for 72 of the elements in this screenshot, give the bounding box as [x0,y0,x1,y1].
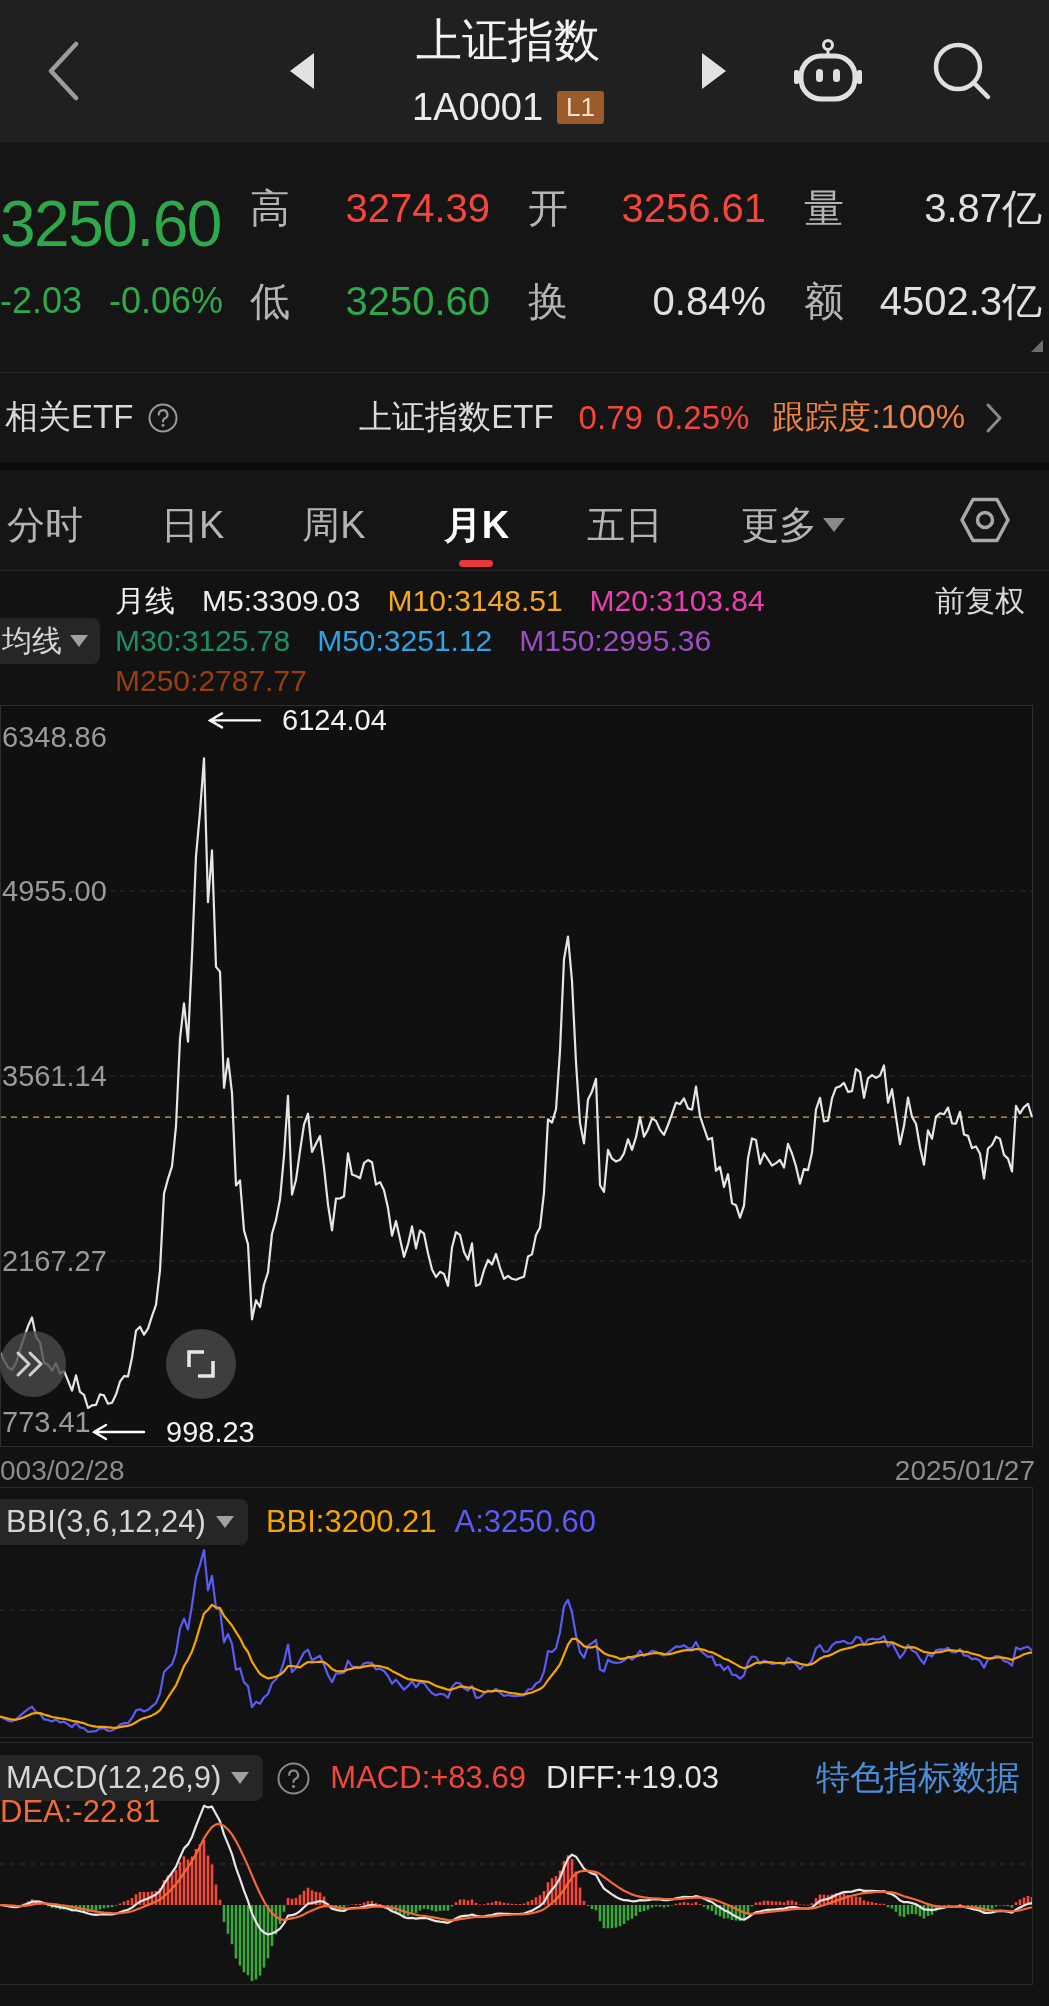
ma-legend-item: M10:3148.51 [387,583,563,619]
etf-name[interactable]: 上证指数ETF [359,395,554,440]
indicator-reading: DIFF:+19.03 [545,1762,720,1794]
stock-code: 1A0001 [412,87,544,127]
change-percent: -0.06% [109,280,224,322]
period-tab[interactable]: 日K [161,470,225,570]
ma-legend-item: M150:2995.36 [519,623,712,659]
caret-icon [70,635,88,647]
ma-legend-item: M30:3125.78 [115,623,291,659]
help-icon[interactable] [277,1761,311,1795]
stat-value: 3250.60 [345,278,490,324]
period-label: 月线 [115,583,175,619]
triangle-left-icon[interactable] [290,53,314,89]
ma-legend-item: M50:3251.12 [317,623,493,659]
stat-value: 3256.61 [621,185,766,231]
etf-section-label: 相关ETF [5,397,134,437]
stat-label: 开 [528,184,568,232]
caret-icon [231,1772,250,1784]
feature-data-link[interactable]: 特色指标数据 [816,1755,1020,1801]
level-badge: L1 [557,90,604,124]
indicator-dropdown[interactable]: BBI(3,6,12,24) [0,1498,248,1545]
indicator-reading: A:3250.60 [454,1505,596,1538]
stat-label: 额 [804,277,844,325]
period-tab[interactable]: 五日 [587,470,664,570]
y-axis-label: 773.41 [2,1406,91,1438]
etf-price: 0.79 [578,398,643,437]
expand-icon[interactable] [166,1329,236,1399]
stat-value: 3274.39 [345,185,490,231]
indicator-dropdown[interactable]: MACD(12,26,9) [0,1755,264,1801]
double-chevron-icon[interactable] [0,1331,66,1397]
ma-legend-item: M20:3103.84 [589,583,765,619]
settings-icon[interactable] [960,497,1010,543]
stat-label: 高 [250,184,290,232]
y-axis-label: 2167.27 [2,1245,107,1277]
stock-title: 上证指数 [416,13,600,68]
annotation-label: 6124.04 [282,705,387,737]
tracking-degree: 跟踪度:100% [772,397,965,437]
corner-triangle-icon[interactable] [1031,340,1043,352]
etf-change: 0.25% [655,398,750,437]
robot-icon[interactable] [793,39,863,103]
indicator-reading: BBI:3200.21 [265,1505,437,1538]
price-change: -2.03 [0,280,83,322]
period-tab[interactable]: 更多 [741,470,846,570]
chevron-right-icon[interactable] [985,401,1003,434]
triangle-right-icon[interactable] [702,53,726,89]
x-axis-label: 2025/01/27 [894,1454,1035,1486]
y-axis-label: 4955.00 [2,875,107,907]
y-axis-label: 6348.86 [2,721,107,753]
stat-value: 4502.3亿 [879,277,1042,325]
indicator-dropdown[interactable]: 均线 [0,618,100,664]
stat-value: 0.84% [652,278,766,324]
annotation-label: 998.23 [166,1415,255,1448]
pointer-arrow [207,712,262,729]
y-axis-label: 3561.14 [2,1060,107,1092]
adjustment-toggle[interactable]: 前复权 [935,581,1025,621]
stat-label: 量 [804,184,844,232]
stat-value: 3.87亿 [924,184,1042,232]
stat-label: 换 [528,277,568,325]
help-icon[interactable] [148,402,179,433]
caret-icon [215,1515,234,1528]
ma-legend-item: M250:2787.77 [115,663,307,699]
period-tab[interactable]: 月K [443,470,510,570]
indicator-reading: MACD:+83.69 [330,1762,526,1794]
period-tab[interactable]: 分时 [7,470,83,570]
x-axis-label: 003/02/28 [0,1454,125,1486]
stat-label: 低 [250,277,290,325]
ma-legend-item: M5:3309.03 [202,583,361,619]
pointer-arrow [91,1423,146,1441]
caret-icon [823,518,846,532]
period-tab[interactable]: 周K [302,470,366,570]
search-icon[interactable] [932,41,992,101]
last-price: 3250.60 [0,192,222,256]
